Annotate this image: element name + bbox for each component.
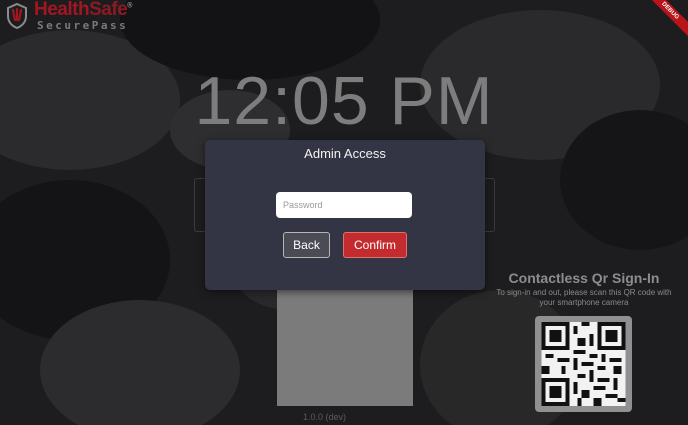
password-input[interactable] (276, 192, 412, 218)
healthsafe-logo: HealthSafe® SecurePass (4, 0, 144, 34)
back-button[interactable]: Back (283, 232, 330, 258)
brand-subtitle: SecurePass (37, 19, 129, 32)
shield-hands-icon (7, 2, 27, 30)
version-label: 1.0.0 (dev) (303, 412, 347, 422)
dialog-title: Admin Access (304, 146, 386, 161)
admin-access-dialog: Admin Access Back Confirm (205, 140, 485, 290)
contactless-description: To sign-in and out, please scan this QR … (496, 288, 672, 307)
brand-name: HealthSafe® (34, 0, 132, 20)
qr-code (535, 316, 632, 412)
camera-preview-panel (277, 288, 413, 406)
clock: 12:05 PM (194, 63, 494, 139)
contactless-section: Contactless Qr Sign-In To sign-in and ou… (488, 270, 680, 308)
contactless-title: Contactless Qr Sign-In (508, 270, 660, 286)
confirm-button[interactable]: Confirm (343, 232, 407, 258)
qr-code-icon (541, 322, 626, 406)
